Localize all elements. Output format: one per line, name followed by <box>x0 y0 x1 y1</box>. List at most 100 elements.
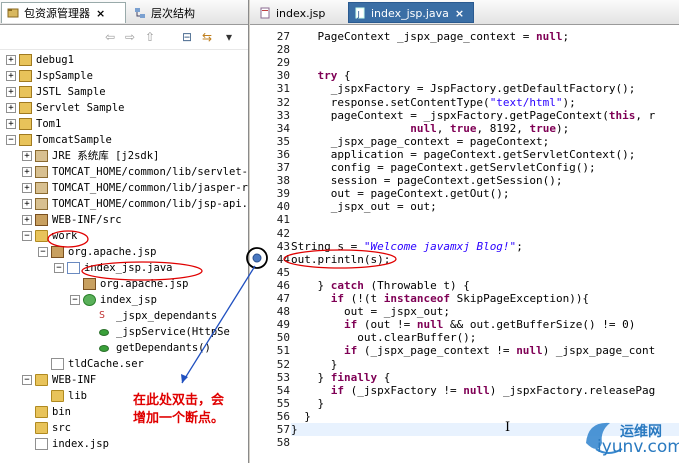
code-line[interactable]: pageContext = _jspxFactory.getPageContex… <box>291 109 656 122</box>
code-line[interactable]: try { <box>291 69 351 82</box>
tree-item[interactable]: + WEB-INF/src <box>0 212 248 228</box>
line-number[interactable]: 57 <box>264 423 290 436</box>
tree-item[interactable]: + TOMCAT_HOME/common/lib/jsp-api. <box>0 196 248 212</box>
line-number[interactable]: 27 <box>264 30 290 43</box>
line-number[interactable]: 41 <box>264 213 290 226</box>
tree-item[interactable]: + JRE 系统库 [j2sdk] <box>0 148 248 164</box>
tab-hierarchy[interactable]: 层次结构 <box>128 2 228 23</box>
code-line[interactable]: _jspx_page_context = pageContext; <box>291 135 550 148</box>
line-number[interactable]: 44 <box>264 253 290 266</box>
tree-item[interactable]: + debug1 <box>0 52 248 68</box>
expand-icon[interactable]: + <box>22 151 32 161</box>
line-number[interactable]: 45 <box>264 266 290 279</box>
tab-index-jsp-java[interactable]: J index_jsp.java × <box>348 2 474 23</box>
code-line[interactable]: } catch (Throwable t) { <box>291 279 469 292</box>
line-number[interactable]: 51 <box>264 344 290 357</box>
line-number[interactable]: 33 <box>264 109 290 122</box>
expand-icon[interactable]: + <box>22 199 32 209</box>
collapse-icon[interactable]: − <box>70 295 80 305</box>
line-number[interactable]: 52 <box>264 358 290 371</box>
tree-item[interactable]: − WEB-INF <box>0 372 248 388</box>
tree-item[interactable]: + JSTL Sample <box>0 84 248 100</box>
tree-item[interactable]: org.apache.jsp <box>0 276 248 292</box>
collapse-icon[interactable]: − <box>22 231 32 241</box>
tree-item[interactable]: − TomcatSample <box>0 132 248 148</box>
link-with-editor-icon[interactable]: ⇆ <box>200 30 214 44</box>
line-number[interactable]: 49 <box>264 318 290 331</box>
line-number[interactable]: 54 <box>264 384 290 397</box>
tab-package-explorer[interactable]: 包资源管理器 × <box>1 2 126 23</box>
code-line[interactable]: out.clearBuffer(); <box>291 331 476 344</box>
code-line[interactable]: } finally { <box>291 371 390 384</box>
line-number[interactable]: 29 <box>264 56 290 69</box>
forward-icon[interactable]: ⇨ <box>123 30 137 44</box>
code-line[interactable]: if (_jspx_page_context != null) _jspx_pa… <box>291 344 655 357</box>
code-line[interactable]: session = pageContext.getSession(); <box>291 174 563 187</box>
line-number[interactable]: 50 <box>264 331 290 344</box>
line-number[interactable]: 36 <box>264 148 290 161</box>
code-line[interactable]: } <box>291 397 324 410</box>
code-line[interactable]: PageContext _jspx_page_context = null; <box>291 30 569 43</box>
collapse-all-icon[interactable]: ⊟ <box>180 30 194 44</box>
line-number[interactable]: 48 <box>264 305 290 318</box>
back-icon[interactable]: ⇦ <box>103 30 117 44</box>
line-number[interactable]: 53 <box>264 371 290 384</box>
line-number[interactable]: 39 <box>264 187 290 200</box>
tree-item[interactable]: − org.apache.jsp <box>0 244 248 260</box>
expand-icon[interactable]: + <box>6 71 16 81</box>
line-number[interactable]: 40 <box>264 200 290 213</box>
line-number[interactable]: 38 <box>264 174 290 187</box>
line-number[interactable]: 31 <box>264 82 290 95</box>
expand-icon[interactable]: + <box>22 167 32 177</box>
code-line[interactable]: config = pageContext.getServletConfig(); <box>291 161 596 174</box>
view-menu-icon[interactable]: ▾ <box>222 30 236 44</box>
line-number[interactable]: 30 <box>264 69 290 82</box>
line-number[interactable]: 55 <box>264 397 290 410</box>
tree-item[interactable]: S _jspx_dependants <box>0 308 248 324</box>
code-line[interactable]: out = pageContext.getOut(); <box>291 187 510 200</box>
close-icon[interactable]: × <box>455 7 464 20</box>
code-line[interactable]: _jspxFactory = JspFactory.getDefaultFact… <box>291 82 636 95</box>
breakpoint-gutter[interactable] <box>250 25 264 463</box>
code-line[interactable]: _jspx_out = out; <box>291 200 437 213</box>
tree-item[interactable]: + Tom1 <box>0 116 248 132</box>
tab-index-jsp[interactable]: index.jsp <box>253 2 345 23</box>
collapse-icon[interactable]: − <box>22 375 32 385</box>
code-line[interactable]: if (_jspxFactory != null) _jspxFactory.r… <box>291 384 656 397</box>
collapse-icon[interactable]: − <box>6 135 16 145</box>
tree-item[interactable]: getDependants() <box>0 340 248 356</box>
code-line[interactable]: String s = "Welcome javamxj Blog!"; <box>291 240 523 253</box>
line-number[interactable]: 28 <box>264 43 290 56</box>
code-line[interactable]: } <box>291 423 298 436</box>
line-number[interactable]: 43 <box>264 240 290 253</box>
line-number[interactable]: 34 <box>264 122 290 135</box>
line-number[interactable]: 42 <box>264 227 290 240</box>
code-line[interactable]: } <box>291 410 311 423</box>
collapse-icon[interactable]: − <box>54 263 64 273</box>
tree-item[interactable]: + TOMCAT_HOME/common/lib/jasper-r <box>0 180 248 196</box>
code-line[interactable]: out = _jspx_out; <box>291 305 450 318</box>
up-icon[interactable]: ⇧ <box>143 30 157 44</box>
code-line[interactable]: null, true, 8192, true); <box>291 122 569 135</box>
expand-icon[interactable]: + <box>6 55 16 65</box>
code-line[interactable]: if (out != null && out.getBufferSize() !… <box>291 318 635 331</box>
tree-item[interactable]: + Servlet Sample <box>0 100 248 116</box>
tree-item[interactable]: − work <box>0 228 248 244</box>
line-number[interactable]: 56 <box>264 410 290 423</box>
tree-item[interactable]: − index_jsp <box>0 292 248 308</box>
close-icon[interactable]: × <box>96 7 105 20</box>
tree-item[interactable]: − index_jsp.java <box>0 260 248 276</box>
line-number[interactable]: 46 <box>264 279 290 292</box>
tree-item[interactable]: + TOMCAT_HOME/common/lib/servlet- <box>0 164 248 180</box>
code-line[interactable]: application = pageContext.getServletCont… <box>291 148 636 161</box>
expand-icon[interactable]: + <box>22 183 32 193</box>
line-number[interactable]: 37 <box>264 161 290 174</box>
collapse-icon[interactable]: − <box>38 247 48 257</box>
line-number[interactable]: 47 <box>264 292 290 305</box>
code-line[interactable]: if (!(t instanceof SkipPageException)){ <box>291 292 589 305</box>
line-number[interactable]: 58 <box>264 436 290 449</box>
line-number[interactable]: 32 <box>264 96 290 109</box>
expand-icon[interactable]: + <box>6 87 16 97</box>
tree-item[interactable]: index.jsp <box>0 436 248 452</box>
line-number[interactable]: 35 <box>264 135 290 148</box>
